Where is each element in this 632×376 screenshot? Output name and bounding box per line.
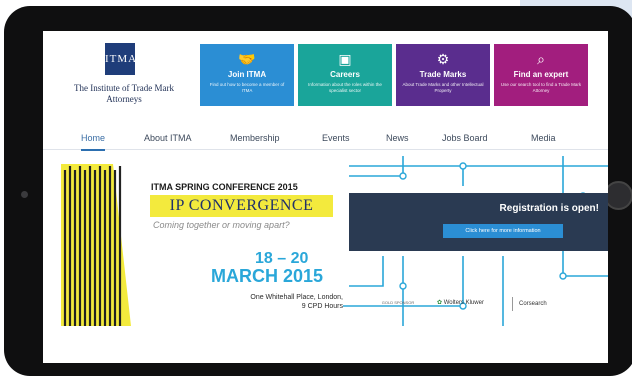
sponsor-logo-corsearch[interactable]: Corsearch bbox=[519, 301, 547, 307]
conference-banner[interactable]: ITMA SPRING CONFERENCE 2015 IP CONVERGEN… bbox=[43, 156, 608, 326]
venue-line: One Whitehall Place, London, bbox=[250, 294, 343, 301]
sponsor-name: Wolters Kluwer bbox=[443, 300, 484, 306]
nav-item-about[interactable]: About ITMA bbox=[144, 127, 192, 149]
conference-venue: One Whitehall Place, London, 9 CPD Hours bbox=[221, 293, 343, 311]
stripes-graphic bbox=[61, 164, 131, 326]
more-info-button[interactable]: Click here for more information bbox=[443, 224, 563, 238]
nav-item-media[interactable]: Media bbox=[531, 127, 556, 149]
registration-panel: Registration is open! Click here for mor… bbox=[349, 193, 608, 251]
tile-careers[interactable]: ▣ Careers Information about the roles wi… bbox=[298, 44, 392, 106]
search-icon: ⌕ bbox=[537, 51, 545, 67]
person-card-icon: ▣ bbox=[338, 51, 352, 67]
tablet-device: ITMA The Institute of Trade Mark Attorne… bbox=[4, 6, 632, 376]
tile-join-itma[interactable]: 🤝 Join ITMA Find out how to become a mem… bbox=[200, 44, 294, 106]
nav-item-jobs-board[interactable]: Jobs Board bbox=[442, 127, 488, 149]
nav-item-events[interactable]: Events bbox=[322, 127, 350, 149]
tile-trade-marks[interactable]: ⚙ Trade Marks About Trade Marks and othe… bbox=[396, 44, 490, 106]
tile-desc: About Trade Marks and other Intellectual… bbox=[402, 82, 484, 93]
camera-icon bbox=[21, 191, 28, 198]
gear-icon: ⚙ bbox=[436, 51, 450, 67]
sponsor-logo-wolters-kluwer[interactable]: ✿ Wolters Kluwer bbox=[437, 299, 484, 306]
gold-sponsor-label: GOLD SPONSOR bbox=[381, 300, 415, 305]
cpd-hours: 9 CPD Hours bbox=[301, 303, 343, 310]
website-screen: ITMA The Institute of Trade Mark Attorne… bbox=[43, 31, 608, 363]
sponsor-divider bbox=[512, 297, 513, 311]
site-header: ITMA The Institute of Trade Mark Attorne… bbox=[43, 31, 608, 109]
nav-item-membership[interactable]: Membership bbox=[230, 127, 280, 149]
org-name: The Institute of Trade Mark Attorneys bbox=[74, 83, 174, 104]
tile-title: Find an expert bbox=[513, 70, 569, 79]
tile-find-expert[interactable]: ⌕ Find an expert Use our search tool to … bbox=[494, 44, 588, 106]
main-nav: Home About ITMA Membership Events News J… bbox=[43, 127, 608, 151]
tile-desc: Information about the roles within the s… bbox=[308, 82, 382, 93]
conference-month: MARCH 2015 bbox=[211, 266, 324, 286]
home-button[interactable] bbox=[604, 181, 632, 210]
tile-title: Careers bbox=[330, 70, 360, 79]
nav-item-news[interactable]: News bbox=[386, 127, 409, 149]
itma-logo[interactable]: ITMA bbox=[105, 43, 138, 75]
tile-desc: Find out how to become a member of ITMA bbox=[209, 82, 285, 93]
sponsor-icon: ✿ bbox=[437, 300, 443, 306]
conference-subtitle: Coming together or moving apart? bbox=[153, 220, 290, 230]
handshake-icon: 🤝 bbox=[238, 51, 256, 67]
conference-title: IP CONVERGENCE bbox=[150, 195, 333, 217]
nav-item-home[interactable]: Home bbox=[81, 127, 106, 151]
tile-desc: Use our search tool to find a Trade Mark… bbox=[500, 82, 582, 93]
tile-title: Trade Marks bbox=[419, 70, 467, 79]
logo-mark: ITMA bbox=[105, 53, 138, 65]
conference-heading: ITMA SPRING CONFERENCE 2015 bbox=[151, 182, 298, 192]
tile-title: Join ITMA bbox=[227, 70, 267, 79]
registration-title: Registration is open! bbox=[499, 203, 599, 214]
